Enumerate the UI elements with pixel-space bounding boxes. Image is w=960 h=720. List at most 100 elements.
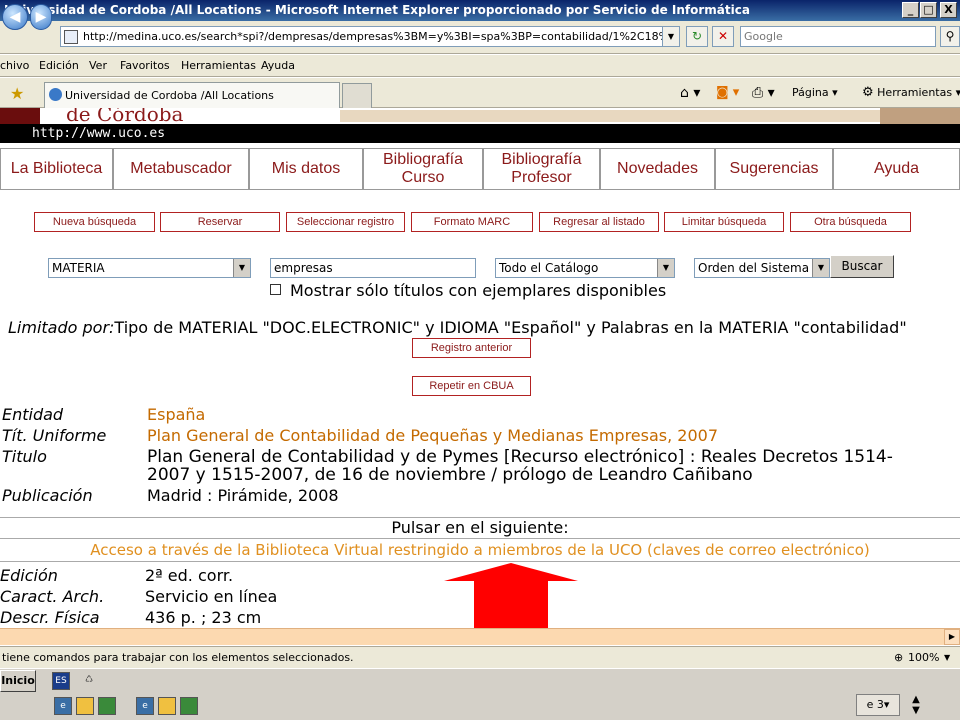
- edicion-value: 2ª ed. corr.: [145, 566, 234, 585]
- entidad-link[interactable]: España: [147, 405, 205, 424]
- favorites-star-icon[interactable]: ★: [10, 84, 24, 103]
- entidad-label: Entidad: [2, 405, 64, 424]
- forward-icon[interactable]: ▶: [30, 4, 52, 30]
- feeds-icon[interactable]: ◙ ▾: [716, 82, 739, 104]
- folder-icon[interactable]: [76, 697, 94, 715]
- page-menu[interactable]: Página ▾: [792, 82, 838, 104]
- limit-label: Limitado por:: [8, 318, 115, 337]
- nav-sugerencias[interactable]: Sugerencias: [715, 148, 833, 190]
- search-button[interactable]: Buscar: [830, 255, 894, 278]
- search-order-select[interactable]: Orden del Sistema ▼: [694, 258, 830, 278]
- search-field-select[interactable]: MATERIA ▼: [48, 258, 251, 278]
- limit-search-button[interactable]: Limitar búsqueda: [664, 212, 784, 232]
- search-field-value: MATERIA: [52, 261, 105, 275]
- zoom-icon[interactable]: ⊕: [894, 647, 903, 669]
- menu-favoritos[interactable]: Favoritos: [120, 55, 170, 77]
- menu-herramientas[interactable]: Herramientas: [181, 55, 256, 77]
- uniforme-link[interactable]: Plan General de Contabilidad de Pequeñas…: [147, 426, 718, 445]
- pulsar-heading: Pulsar en el siguiente:: [0, 517, 960, 539]
- another-search-button[interactable]: Otra búsqueda: [790, 212, 911, 232]
- publicacion-label: Publicación: [2, 486, 93, 505]
- repeat-cbua-button[interactable]: Repetir en CBUA: [412, 376, 531, 396]
- new-search-button[interactable]: Nueva búsqueda: [34, 212, 155, 232]
- status-bar: tiene comandos para trabajar con los ele…: [0, 646, 960, 668]
- back-to-list-button[interactable]: Regresar al listado: [539, 212, 659, 232]
- tab-label: Universidad de Cordoba /All Locations: [65, 89, 274, 102]
- uniforme-label: Tít. Uniforme: [2, 426, 107, 445]
- minimize-button[interactable]: _: [902, 2, 919, 18]
- titulo-line2: 2007 y 1515-2007, de 16 de noviembre / p…: [147, 465, 753, 485]
- uco-logo: de Córdoba: [66, 108, 184, 124]
- available-only-label: Mostrar sólo títulos con ejemplares disp…: [290, 281, 667, 300]
- nav-mis-datos[interactable]: Mis datos: [249, 148, 363, 190]
- access-link[interactable]: Acceso a través de la Biblioteca Virtual…: [0, 540, 960, 562]
- publicacion-value: Madrid : Pirámide, 2008: [147, 486, 339, 505]
- search-icon[interactable]: ⚲: [940, 26, 960, 47]
- nav-la-biblioteca[interactable]: La Biblioteca: [0, 148, 113, 190]
- select-record-button[interactable]: Seleccionar registro: [286, 212, 405, 232]
- tools-menu[interactable]: ⚙ Herramientas ▾: [862, 82, 960, 104]
- menu-edicion[interactable]: Edición: [39, 55, 79, 77]
- app-icon[interactable]: [98, 697, 116, 715]
- menu-ver[interactable]: Ver: [89, 55, 107, 77]
- nav-bibliografia-profesor[interactable]: Bibliografía Profesor: [483, 148, 600, 190]
- tab-current[interactable]: Universidad de Cordoba /All Locations: [44, 82, 340, 108]
- ie-icon-2[interactable]: e: [136, 697, 154, 715]
- taskbar-scroll-icon[interactable]: ▲ ▼: [906, 694, 926, 716]
- back-icon[interactable]: ◀: [2, 4, 28, 30]
- marc-format-button[interactable]: Formato MARC: [411, 212, 533, 232]
- print-icon[interactable]: ⎙ ▾: [752, 82, 775, 104]
- previous-record-button[interactable]: Registro anterior: [412, 338, 531, 358]
- edicion-label: Edición: [0, 566, 58, 585]
- descr-label: Descr. Física: [0, 608, 100, 627]
- caract-label: Caract. Arch.: [0, 587, 105, 606]
- gear-icon: ⚙: [862, 85, 874, 100]
- search-query-input[interactable]: empresas: [270, 258, 476, 278]
- taskbar-ie-window[interactable]: e 3▾: [856, 694, 900, 716]
- nav-bibliografia-curso[interactable]: Bibliografía Curso: [363, 148, 483, 190]
- zoom-level[interactable]: 100%: [908, 647, 939, 669]
- maximize-button[interactable]: □: [920, 2, 937, 18]
- horizontal-scrollbar[interactable]: [0, 628, 960, 645]
- menu-ayuda[interactable]: Ayuda: [261, 55, 295, 77]
- ie-icon[interactable]: e: [54, 697, 72, 715]
- home-icon[interactable]: ⌂ ▾: [680, 82, 700, 104]
- status-text: tiene comandos para trabajar con los ele…: [2, 651, 354, 664]
- search-scope-select[interactable]: Todo el Catálogo ▼: [495, 258, 675, 278]
- descr-value: 436 p. ; 23 cm: [145, 608, 262, 627]
- search-scope-value: Todo el Catálogo: [499, 261, 599, 275]
- search-order-value: Orden del Sistema: [698, 261, 810, 275]
- chevron-down-icon: ▼: [812, 259, 829, 277]
- titulo-line1: Plan General de Contabilidad y de Pymes …: [147, 447, 893, 467]
- reserve-button[interactable]: Reservar: [160, 212, 280, 232]
- page-menu-label: Página: [792, 86, 829, 99]
- limit-line: Limitado por:Tipo de MATERIAL "DOC.ELECT…: [8, 318, 907, 337]
- new-tab-button[interactable]: [342, 83, 372, 108]
- refresh-icon[interactable]: ↻: [686, 26, 708, 47]
- nav-metabuscador[interactable]: Metabuscador: [113, 148, 249, 190]
- app-icon-2[interactable]: [180, 697, 198, 715]
- header-banner: [340, 110, 880, 122]
- available-only-checkbox[interactable]: [270, 284, 281, 295]
- language-indicator[interactable]: ES: [52, 672, 70, 690]
- folder-icon-2[interactable]: [158, 697, 176, 715]
- start-button[interactable]: Inicio: [0, 670, 36, 692]
- address-dropdown-icon[interactable]: ▼: [662, 26, 680, 47]
- nav-ayuda[interactable]: Ayuda: [833, 148, 960, 190]
- close-button[interactable]: X: [940, 2, 957, 18]
- menu-archivo[interactable]: chivo: [0, 55, 29, 77]
- header-band-right: [880, 108, 960, 124]
- nav-novedades[interactable]: Novedades: [600, 148, 715, 190]
- scroll-right-icon[interactable]: ▶: [944, 629, 960, 645]
- limit-text: Tipo de MATERIAL "DOC.ELECTRONIC" y IDIO…: [114, 318, 907, 337]
- zoom-dropdown-icon[interactable]: ▼: [944, 647, 950, 669]
- address-input[interactable]: http://medina.uco.es/search*spi?/dempres…: [60, 26, 680, 47]
- search-query-value: empresas: [274, 261, 333, 275]
- menu-bar: chivo Edición Ver Favoritos Herramientas…: [0, 55, 960, 77]
- ie-page-icon: [49, 88, 62, 101]
- search-input[interactable]: Google: [740, 26, 936, 47]
- stop-icon[interactable]: ✕: [712, 26, 734, 47]
- chevron-down-icon: ▼: [233, 259, 250, 277]
- chevron-down-icon: ▼: [657, 259, 674, 277]
- recycle-icon[interactable]: ♺: [80, 672, 98, 690]
